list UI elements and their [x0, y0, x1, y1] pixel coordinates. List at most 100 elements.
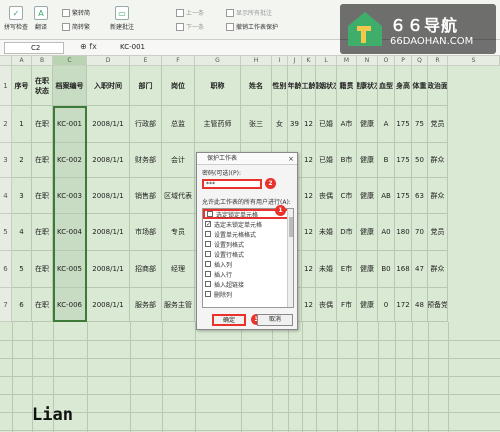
trad-to-simp-button[interactable]: 繁转简 [62, 8, 90, 17]
row-header[interactable]: 7 [0, 288, 12, 322]
table-cell[interactable]: 2008/1/1 [87, 251, 130, 288]
header-cell[interactable]: 性别 [272, 66, 288, 106]
table-cell[interactable]: 专员 [162, 214, 195, 251]
checkbox[interactable] [205, 231, 211, 237]
new-comment-button[interactable]: ▭ 新建批注 [110, 6, 134, 31]
table-cell[interactable]: 丧偶 [316, 288, 337, 322]
spellcheck-button[interactable]: ✓ 拼写检查 [4, 6, 28, 31]
table-cell[interactable]: 2 [12, 143, 32, 178]
checkbox[interactable] [207, 211, 213, 217]
next-comment-button[interactable]: 下一条 [176, 22, 204, 31]
column-header[interactable]: N [357, 56, 378, 66]
table-cell[interactable]: 180 [395, 214, 412, 251]
table-cell[interactable]: 预备党 [428, 288, 448, 322]
table-cell[interactable]: 12 [302, 214, 316, 251]
table-cell[interactable]: 总监 [162, 106, 195, 143]
table-cell[interactable]: 健康 [357, 178, 378, 214]
simp-to-trad-button[interactable]: 简转繁 [62, 22, 90, 31]
unprotect-sheet-button[interactable]: 撤销工作表保护 [226, 22, 278, 31]
header-cell[interactable]: 健康状况 [357, 66, 378, 106]
row-header[interactable]: 3 [0, 143, 12, 178]
column-header[interactable]: K [302, 56, 316, 66]
permission-option[interactable]: 设置列格式 [203, 239, 293, 249]
column-header[interactable]: M [337, 56, 357, 66]
table-cell[interactable]: 3 [12, 178, 32, 214]
header-cell[interactable]: 身高 [395, 66, 412, 106]
column-header[interactable]: P [395, 56, 412, 66]
translate-button[interactable]: A 翻译 [34, 6, 48, 31]
table-cell[interactable]: 175 [395, 106, 412, 143]
header-cell[interactable]: 工龄 [302, 66, 316, 106]
table-cell[interactable]: 已婚 [316, 106, 337, 143]
header-cell[interactable]: 在职状态 [32, 66, 53, 106]
scroll-thumb[interactable] [289, 217, 293, 237]
table-cell[interactable]: 12 [302, 106, 316, 143]
table-cell[interactable]: 群众 [428, 178, 448, 214]
table-cell[interactable]: 50 [412, 143, 428, 178]
table-cell[interactable]: AB [378, 178, 395, 214]
column-header[interactable]: B [32, 56, 53, 66]
table-cell[interactable]: 12 [302, 178, 316, 214]
table-cell[interactable]: 63 [412, 178, 428, 214]
checkbox[interactable] [205, 281, 211, 287]
table-cell[interactable]: 0 [378, 288, 395, 322]
table-cell[interactable]: 2008/1/1 [87, 106, 130, 143]
table-cell[interactable]: 48 [412, 288, 428, 322]
table-cell[interactable]: 财务部 [130, 143, 162, 178]
table-cell[interactable]: 未婚 [316, 251, 337, 288]
table-cell[interactable]: 在职 [32, 288, 53, 322]
table-cell[interactable]: 47 [412, 251, 428, 288]
header-cell[interactable]: 档案编号 [53, 66, 87, 106]
header-cell[interactable]: 岗位 [162, 66, 195, 106]
header-cell[interactable]: 部门 [130, 66, 162, 106]
column-header[interactable]: A [12, 56, 32, 66]
table-cell[interactable]: D市 [337, 214, 357, 251]
header-cell[interactable]: 入职时间 [87, 66, 130, 106]
column-header[interactable]: E [130, 56, 162, 66]
row-header[interactable]: 4 [0, 178, 12, 214]
permission-option[interactable]: 插入超链接 [203, 279, 293, 289]
table-cell[interactable]: 70 [412, 214, 428, 251]
header-cell[interactable]: 籍贯 [337, 66, 357, 106]
table-cell[interactable]: 服务主管 [162, 288, 195, 322]
table-cell[interactable]: 1 [12, 106, 32, 143]
table-cell[interactable]: 张三 [241, 106, 272, 143]
table-cell[interactable]: E市 [337, 251, 357, 288]
row-header[interactable]: 1 [0, 66, 12, 106]
table-cell[interactable]: 2008/1/1 [87, 143, 130, 178]
table-cell[interactable]: 4 [12, 214, 32, 251]
table-cell[interactable]: 在职 [32, 214, 53, 251]
column-header[interactable]: R [428, 56, 448, 66]
table-cell[interactable]: 主管药师 [195, 106, 241, 143]
table-cell[interactable]: 6 [12, 288, 32, 322]
column-header[interactable]: Q [412, 56, 428, 66]
header-cell[interactable]: 年龄 [288, 66, 302, 106]
table-cell[interactable]: A0 [378, 214, 395, 251]
table-cell[interactable]: 在职 [32, 143, 53, 178]
row-header[interactable]: 2 [0, 106, 12, 143]
table-cell[interactable]: 健康 [357, 143, 378, 178]
table-cell[interactable]: 群众 [428, 251, 448, 288]
header-cell[interactable]: 政治面 [428, 66, 448, 106]
formula-input[interactable]: KC-001 [120, 43, 145, 51]
column-header[interactable]: S [448, 56, 500, 66]
column-header[interactable]: H [241, 56, 272, 66]
checkbox[interactable] [205, 291, 211, 297]
header-cell[interactable]: 职称 [195, 66, 241, 106]
table-cell[interactable]: 党员 [428, 106, 448, 143]
header-cell[interactable]: 血型 [378, 66, 395, 106]
table-cell[interactable]: 服务部 [130, 288, 162, 322]
table-cell[interactable]: 12 [302, 143, 316, 178]
column-header[interactable]: J [288, 56, 302, 66]
fx-icon[interactable]: fx [89, 42, 97, 51]
ok-button[interactable]: 确定 [212, 314, 246, 326]
column-header[interactable]: G [195, 56, 241, 66]
password-input[interactable]: *** [202, 179, 262, 189]
table-cell[interactable]: 经理 [162, 251, 195, 288]
row-header[interactable]: 5 [0, 214, 12, 251]
table-cell[interactable]: 5 [12, 251, 32, 288]
table-cell[interactable]: 39 [288, 106, 302, 143]
table-cell[interactable]: 在职 [32, 178, 53, 214]
table-cell[interactable]: 75 [412, 106, 428, 143]
table-cell[interactable]: 2008/1/1 [87, 214, 130, 251]
